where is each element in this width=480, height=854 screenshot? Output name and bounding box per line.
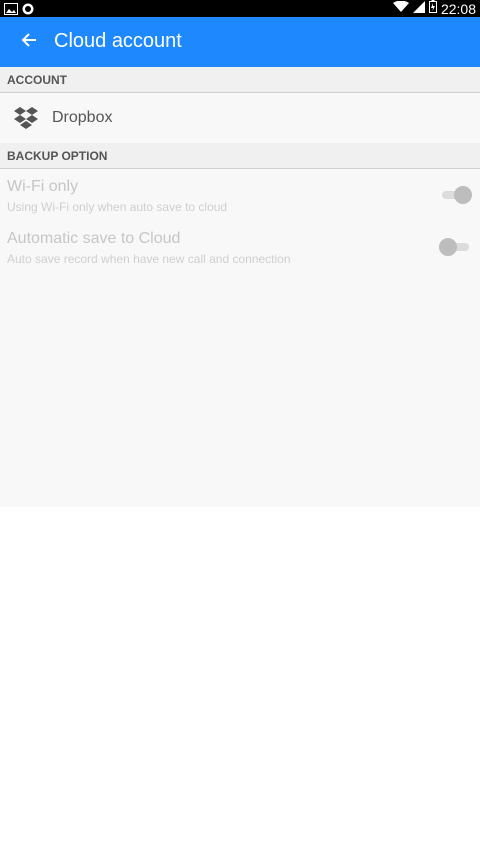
auto-save-switch[interactable]	[439, 238, 469, 256]
account-item-dropbox[interactable]: Dropbox	[0, 93, 480, 143]
status-bar: 22:08	[0, 0, 480, 17]
back-button[interactable]	[14, 27, 44, 57]
section-header-label: ACCOUNT	[7, 73, 67, 87]
switch-thumb	[439, 238, 457, 256]
app-bar: Cloud account	[0, 17, 480, 67]
switch-thumb	[454, 186, 472, 204]
battery-charging-icon	[428, 0, 437, 18]
settings-list: ACCOUNT Dropbox BACKUP OPTION Wi-Fi only…	[0, 67, 480, 507]
pref-wifi-only[interactable]: Wi-Fi only Using Wi-Fi only when auto sa…	[0, 178, 480, 228]
page-title: Cloud account	[54, 30, 182, 52]
pref-title: Automatic save to Cloud	[7, 230, 181, 247]
account-label: Dropbox	[52, 109, 113, 126]
pref-title: Wi-Fi only	[7, 178, 79, 195]
pref-summary: Using Wi-Fi only when auto save to cloud	[7, 200, 228, 214]
section-header-account: ACCOUNT	[0, 67, 480, 93]
signal-icon	[412, 0, 425, 18]
wifi-icon	[392, 0, 409, 18]
section-header-backup: BACKUP OPTION	[0, 143, 480, 169]
dropbox-icon	[13, 105, 39, 131]
pref-auto-save[interactable]: Automatic save to Cloud Auto save record…	[0, 230, 480, 280]
section-header-label: BACKUP OPTION	[7, 149, 108, 163]
status-time: 22:08	[440, 0, 476, 17]
pref-summary: Auto save record when have new call and …	[7, 252, 291, 266]
arrow-left-icon	[21, 32, 37, 53]
wifi-only-switch[interactable]	[442, 186, 472, 204]
